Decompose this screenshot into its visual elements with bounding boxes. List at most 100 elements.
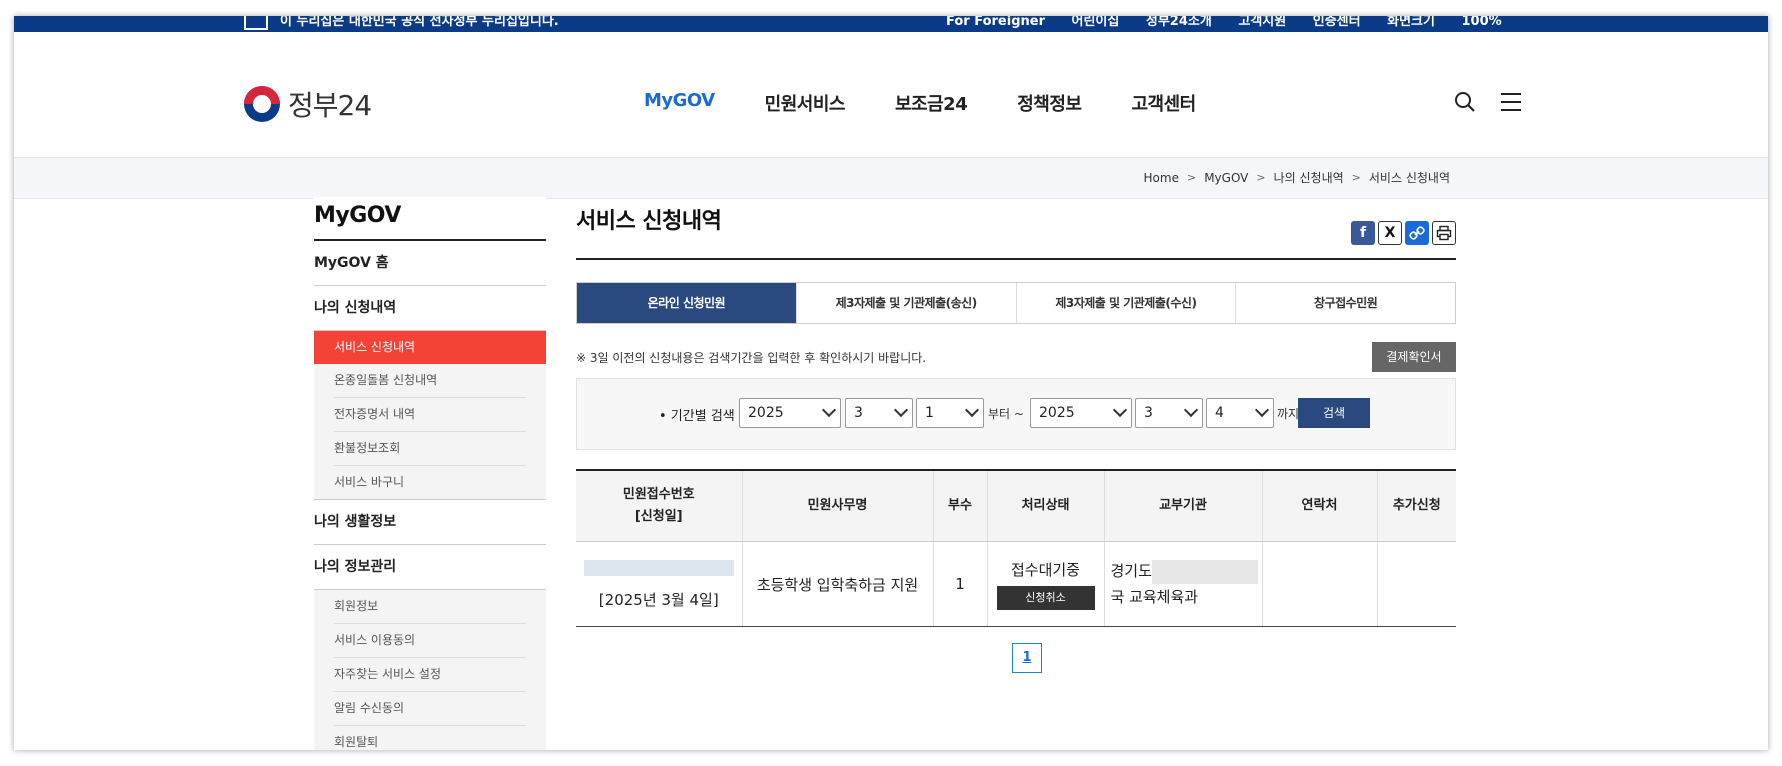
main-nav: MyGOV 민원서비스 보조금24 정책정보 고객센터 xyxy=(644,90,1246,116)
search-notice: ※ 3일 이전의 신청내용은 검색기간을 입력한 후 확인하시기 바랍니다. xyxy=(576,351,927,365)
from-month-value: 3 xyxy=(854,405,863,421)
from-year-select[interactable]: 2025 xyxy=(739,398,841,428)
cancel-application-button[interactable]: 신청취소 xyxy=(996,585,1095,610)
nav-mygov[interactable]: MyGOV xyxy=(644,90,715,116)
util-daycare[interactable]: 어린이집 xyxy=(1072,16,1120,29)
side-nav-refund[interactable]: 환불정보조회 xyxy=(334,432,526,466)
col-receipt-no-label: 민원접수번호 xyxy=(622,487,695,502)
util-about[interactable]: 정부24소개 xyxy=(1146,16,1212,29)
link-copy-icon[interactable] xyxy=(1405,221,1429,245)
side-nav-withdraw[interactable]: 회원탈퇴 xyxy=(334,726,526,750)
tab-online-applications[interactable]: 온라인 신청민원 xyxy=(577,283,796,323)
application-tabs: 온라인 신청민원 제3자제출 및 기관제출(송신) 제3자제출 및 기관제출(수… xyxy=(576,282,1456,324)
side-nav-alert-consent[interactable]: 알림 수신동의 xyxy=(334,692,526,726)
breadcrumb-home[interactable]: Home xyxy=(1144,171,1179,185)
search-button[interactable]: 검색 xyxy=(1298,398,1370,428)
side-nav-favorites[interactable]: 자주찾는 서비스 설정 xyxy=(334,658,526,692)
side-nav-my-info-sub: 회원정보 서비스 이용동의 자주찾는 서비스 설정 알림 수신동의 회원탈퇴 xyxy=(314,590,546,750)
to-word: 까지 xyxy=(1277,407,1300,421)
side-nav-title: MyGOV xyxy=(314,203,401,228)
cell-service-name: 초등학생 입학축하금 지원 xyxy=(742,541,934,627)
col-receipt-no: 민원접수번호 [신청일] xyxy=(576,470,743,542)
side-nav-applications[interactable]: 나의 신청내역 xyxy=(314,286,546,331)
breadcrumb: Home > MyGOV > 나의 신청내역 > 서비스 신청내역 xyxy=(1144,169,1450,186)
tab-third-party-sent[interactable]: 제3자제출 및 기관제출(송신) xyxy=(795,283,1016,323)
site-logo[interactable]: 정부24 xyxy=(244,84,372,124)
side-nav-allday-care[interactable]: 온종일돌봄 신청내역 xyxy=(334,364,526,398)
nav-subsidy[interactable]: 보조금24 xyxy=(895,90,968,116)
util-support[interactable]: 고객지원 xyxy=(1238,16,1286,29)
side-nav-service-consent[interactable]: 서비스 이용동의 xyxy=(334,624,526,658)
nav-civil-service[interactable]: 민원서비스 xyxy=(765,90,846,116)
official-notice-text: 이 누리집은 대한민국 공식 전자정부 누리집입니다. xyxy=(280,16,559,29)
chevron-down-icon xyxy=(964,402,980,418)
side-nav-service-applications[interactable]: 서비스 신청내역 xyxy=(314,331,546,364)
utility-links: For Foreigner 어린이집 정부24소개 고객지원 인증센터 화면크기… xyxy=(946,16,1524,29)
top-utility-bar: 이 누리집은 대한민국 공식 전자정부 누리집입니다. For Foreigne… xyxy=(14,16,1768,32)
status-text: 접수대기중 xyxy=(1010,560,1080,579)
col-status: 처리상태 xyxy=(987,470,1105,542)
col-issuer: 교부기관 xyxy=(1104,470,1263,542)
from-year-value: 2025 xyxy=(748,405,784,421)
col-extra: 추가신청 xyxy=(1377,470,1456,542)
cell-receipt-no: [2025년 3월 4일] xyxy=(576,541,743,627)
side-nav-member-info[interactable]: 회원정보 xyxy=(334,590,526,624)
to-month-select[interactable]: 3 xyxy=(1135,398,1203,428)
browser-viewport: 이 누리집은 대한민국 공식 전자정부 누리집입니다. For Foreigne… xyxy=(14,16,1768,750)
search-icon[interactable] xyxy=(1454,91,1476,113)
util-foreigner[interactable]: For Foreigner xyxy=(946,16,1045,29)
page-title: 서비스 신청내역 xyxy=(576,209,722,234)
col-receipt-date-label: [신청일] xyxy=(634,509,683,524)
util-cert[interactable]: 인증센터 xyxy=(1313,16,1361,29)
official-notice: 이 누리집은 대한민국 공식 전자정부 누리집입니다. xyxy=(244,16,559,30)
breadcrumb-mygov[interactable]: MyGOV xyxy=(1204,171,1248,185)
breadcrumb-current: 서비스 신청내역 xyxy=(1368,171,1450,185)
tab-third-party-received[interactable]: 제3자제출 및 기관제출(수신) xyxy=(1015,283,1236,323)
table-row: [2025년 3월 4일] 초등학생 입학축하금 지원 1 접수대기중 신청취소… xyxy=(576,541,1456,627)
to-day-select[interactable]: 4 xyxy=(1206,398,1274,428)
period-search-label: • 기간별 검색 xyxy=(659,409,735,424)
chevron-down-icon xyxy=(1183,402,1199,418)
redacted-receipt-no[interactable] xyxy=(583,560,734,576)
from-month-select[interactable]: 3 xyxy=(845,398,913,428)
payment-receipt-button[interactable]: 결제확인서 xyxy=(1372,342,1456,372)
chevron-down-icon xyxy=(893,402,909,418)
col-service-name: 민원사무명 xyxy=(742,470,934,542)
site-header: 정부24 MyGOV 민원서비스 보조금24 정책정보 고객센터 xyxy=(14,32,1768,157)
nav-customer-center[interactable]: 고객센터 xyxy=(1131,90,1196,116)
print-icon[interactable] xyxy=(1432,221,1456,245)
side-nav-service-basket[interactable]: 서비스 바구니 xyxy=(334,466,526,499)
chevron-right-icon: > xyxy=(1351,171,1361,184)
from-day-select[interactable]: 1 xyxy=(916,398,984,428)
side-nav-mygov-home[interactable]: MyGOV 홈 xyxy=(314,241,546,286)
cell-receipt-date: [2025년 3월 4일] xyxy=(598,590,719,609)
issuer-line1: 경기도 xyxy=(1110,562,1152,580)
chevron-down-icon xyxy=(1254,402,1270,418)
chevron-down-icon xyxy=(1112,402,1128,418)
breadcrumb-applications[interactable]: 나의 신청내역 xyxy=(1274,169,1344,186)
to-year-value: 2025 xyxy=(1039,405,1075,421)
from-word: 부터 ~ xyxy=(988,407,1024,421)
logo-text: 정부24 xyxy=(288,89,372,122)
side-nav-my-info[interactable]: 나의 정보관리 xyxy=(314,545,546,590)
taegeuk-logo-icon xyxy=(244,86,280,122)
tab-counter-applications[interactable]: 창구접수민원 xyxy=(1235,283,1455,323)
flag-icon xyxy=(244,16,268,30)
title-divider xyxy=(576,258,1456,260)
chevron-right-icon: > xyxy=(1256,171,1266,184)
cell-status: 접수대기중 신청취소 xyxy=(987,541,1105,627)
to-year-select[interactable]: 2025 xyxy=(1030,398,1132,428)
x-twitter-icon[interactable]: X xyxy=(1378,221,1402,245)
util-zoom[interactable]: 화면크기 xyxy=(1387,16,1435,29)
side-nav-life-info[interactable]: 나의 생활정보 xyxy=(314,499,546,545)
page-button-1[interactable]: 1 xyxy=(1012,643,1042,673)
side-nav-applications-sub: 서비스 신청내역 온종일돌봄 신청내역 전자증명서 내역 환불정보조회 서비스 … xyxy=(314,331,546,499)
facebook-icon[interactable]: f xyxy=(1351,221,1375,245)
period-search-box: • 기간별 검색 2025 3 1 부터 ~ 2025 3 4 까지 검색 xyxy=(576,378,1456,450)
side-nav-e-certificate[interactable]: 전자증명서 내역 xyxy=(334,398,526,432)
table-header-row: 민원접수번호 [신청일] 민원사무명 부수 처리상태 교부기관 연락처 추가신청 xyxy=(576,470,1456,542)
breadcrumb-band: Home > MyGOV > 나의 신청내역 > 서비스 신청내역 xyxy=(14,157,1768,199)
hamburger-menu-icon[interactable] xyxy=(1500,92,1522,112)
nav-policy[interactable]: 정책정보 xyxy=(1017,90,1082,116)
cell-issuer: 경기도 국 교육체육과 xyxy=(1104,541,1263,627)
